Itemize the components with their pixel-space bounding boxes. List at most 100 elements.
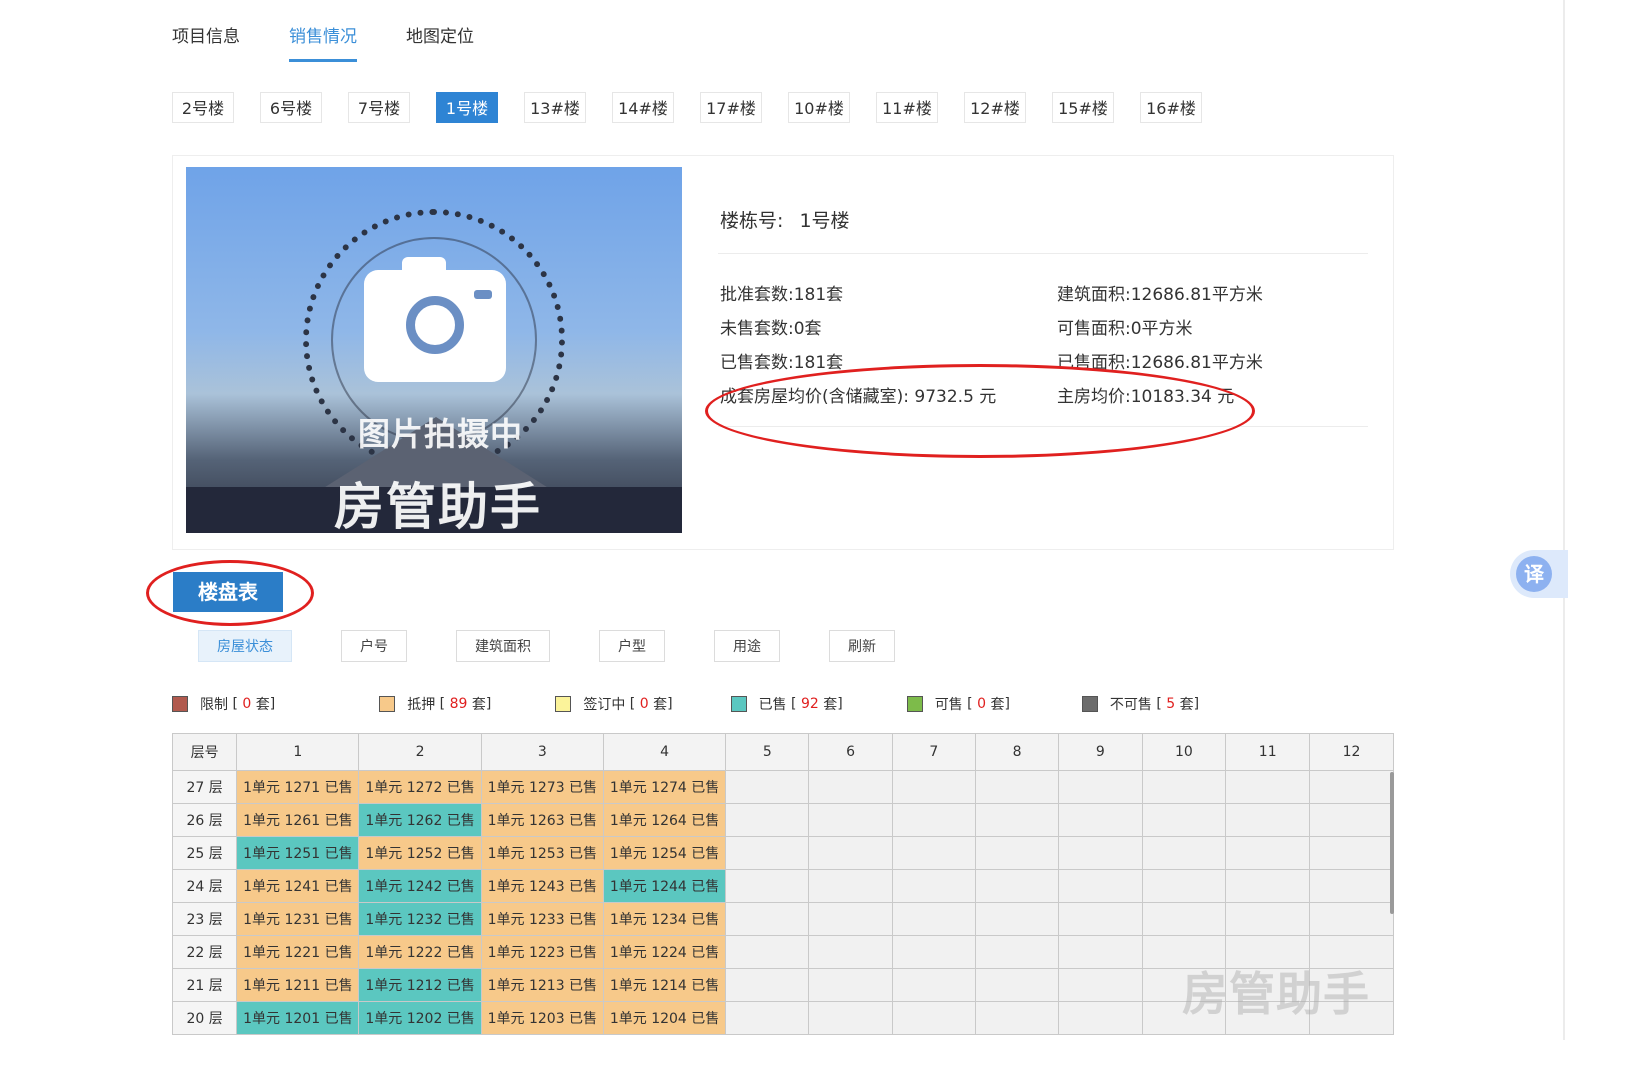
legend-item: 已售 [ 92 套]	[730, 694, 843, 714]
building-button[interactable]: 14#楼	[612, 92, 674, 123]
legend-swatch	[730, 696, 747, 712]
unit-cell[interactable]: 1单元 1232 已售	[358, 902, 482, 936]
unit-cell[interactable]: 1单元 1211 已售	[236, 968, 360, 1002]
empty-cell	[891, 1001, 976, 1035]
filter-button[interactable]: 户号	[341, 630, 407, 662]
empty-cell	[1058, 902, 1143, 936]
empty-cell	[725, 869, 810, 903]
unit-cell[interactable]: 1单元 1234 已售	[602, 902, 727, 936]
empty-cell	[1058, 869, 1143, 903]
unit-cell[interactable]: 1单元 1243 已售	[480, 869, 604, 903]
empty-cell	[1309, 836, 1394, 870]
column-header: 12	[1309, 733, 1394, 771]
page-right-border	[1563, 0, 1565, 1040]
building-button[interactable]: 11#楼	[876, 92, 938, 123]
legend-count: 0	[242, 696, 252, 712]
building-button[interactable]: 10#楼	[788, 92, 850, 123]
unit-cell[interactable]: 1单元 1202 已售	[358, 1001, 482, 1035]
column-header: 9	[1058, 733, 1143, 771]
filter-button[interactable]: 户型	[599, 630, 665, 662]
legend-item: 限制 [ 0 套]	[172, 694, 275, 714]
unit-cell[interactable]: 1单元 1222 已售	[358, 935, 482, 969]
legend-bracket: ]	[667, 696, 673, 712]
tab-sales[interactable]: 销售情况	[289, 18, 357, 62]
unit-cell[interactable]: 1单元 1273 已售	[480, 770, 604, 804]
unit-cell[interactable]: 1单元 1253 已售	[480, 836, 604, 870]
column-header: 10	[1141, 733, 1227, 771]
unit-cell[interactable]: 1单元 1203 已售	[480, 1001, 604, 1035]
legend-label: 签订中	[583, 697, 626, 713]
empty-cell	[1058, 1001, 1143, 1035]
legend-count: 5	[1166, 696, 1176, 712]
legend-unit: 套	[823, 697, 838, 713]
floor-label: 21 层	[172, 968, 238, 1002]
unit-cell[interactable]: 1单元 1264 已售	[602, 803, 727, 837]
unsold-count: 未售套数:0套	[720, 319, 822, 339]
floor-label: 20 层	[172, 1001, 238, 1035]
unit-cell[interactable]: 1单元 1271 已售	[236, 770, 360, 804]
legend-count: 89	[449, 696, 468, 712]
empty-cell	[808, 803, 893, 837]
legend-bracket: [	[435, 696, 450, 712]
unit-cell[interactable]: 1单元 1201 已售	[236, 1001, 360, 1035]
legend-swatch	[172, 696, 188, 712]
unit-cell[interactable]: 1单元 1241 已售	[236, 869, 360, 903]
building-button[interactable]: 17#楼	[700, 92, 762, 123]
floor-label: 23 层	[172, 902, 238, 936]
building-button[interactable]: 12#楼	[964, 92, 1026, 123]
empty-cell	[1141, 770, 1227, 804]
unit-cell[interactable]: 1单元 1272 已售	[358, 770, 482, 804]
unit-cell[interactable]: 1单元 1261 已售	[236, 803, 360, 837]
table-row: 23 层 1单元 1231 已售 1单元 1232 已售 1单元 1233 已售 1单元…	[172, 902, 1394, 936]
filter-button[interactable]: 建筑面积	[456, 630, 550, 662]
unit-cell[interactable]: 1单元 1213 已售	[480, 968, 604, 1002]
unit-cell[interactable]: 1单元 1263 已售	[480, 803, 604, 837]
building-button[interactable]: 1号楼	[436, 92, 498, 123]
empty-cell	[891, 902, 976, 936]
unit-cell[interactable]: 1单元 1244 已售	[602, 869, 727, 903]
unit-cell[interactable]: 1单元 1254 已售	[602, 836, 727, 870]
table-row: 24 层 1单元 1241 已售 1单元 1242 已售 1单元 1243 已售 1单元…	[172, 869, 1394, 903]
legend-count: 92	[800, 696, 819, 712]
unit-cell[interactable]: 1单元 1262 已售	[358, 803, 482, 837]
tab-project-info[interactable]: 项目信息	[172, 18, 240, 62]
filter-button[interactable]: 刷新	[829, 630, 895, 662]
unit-cell[interactable]: 1单元 1204 已售	[602, 1001, 727, 1035]
empty-cell	[1058, 836, 1143, 870]
unit-cell[interactable]: 1单元 1231 已售	[236, 902, 360, 936]
approved-count: 批准套数:181套	[720, 285, 844, 305]
building-photo: 图片拍摄中 房管助手	[186, 167, 682, 533]
unit-cell[interactable]: 1单元 1224 已售	[602, 935, 727, 969]
saleable-area: 可售面积:0平方米	[1057, 319, 1193, 339]
empty-cell	[725, 836, 810, 870]
table-scrollbar[interactable]	[1390, 772, 1394, 914]
building-button[interactable]: 2号楼	[172, 92, 234, 123]
empty-cell	[725, 803, 810, 837]
filter-button[interactable]: 用途	[714, 630, 780, 662]
unit-cell[interactable]: 1单元 1214 已售	[602, 968, 727, 1002]
tab-map[interactable]: 地图定位	[406, 18, 474, 62]
empty-cell	[808, 770, 893, 804]
empty-cell	[1141, 902, 1227, 936]
unit-cell[interactable]: 1单元 1212 已售	[358, 968, 482, 1002]
building-button[interactable]: 15#楼	[1052, 92, 1114, 123]
empty-cell	[725, 770, 810, 804]
legend-bracket: [	[625, 696, 640, 712]
legend-unit: 套	[1179, 697, 1194, 713]
unit-cell[interactable]: 1单元 1251 已售	[236, 836, 360, 870]
unit-cell[interactable]: 1单元 1242 已售	[358, 869, 482, 903]
building-button[interactable]: 7号楼	[348, 92, 410, 123]
translate-button[interactable]: 译	[1510, 550, 1568, 598]
filter-button[interactable]: 房屋状态	[198, 630, 292, 662]
unit-cell[interactable]: 1单元 1221 已售	[236, 935, 360, 969]
unit-cell[interactable]: 1单元 1233 已售	[480, 902, 604, 936]
building-button[interactable]: 13#楼	[524, 92, 586, 123]
unit-cell[interactable]: 1单元 1274 已售	[602, 770, 727, 804]
unit-cell[interactable]: 1单元 1223 已售	[480, 935, 604, 969]
empty-cell	[808, 869, 893, 903]
unit-cell[interactable]: 1单元 1252 已售	[358, 836, 482, 870]
legend-swatch	[379, 696, 396, 712]
legend-swatch	[906, 696, 923, 712]
building-button[interactable]: 6号楼	[260, 92, 322, 123]
building-button[interactable]: 16#楼	[1140, 92, 1202, 123]
